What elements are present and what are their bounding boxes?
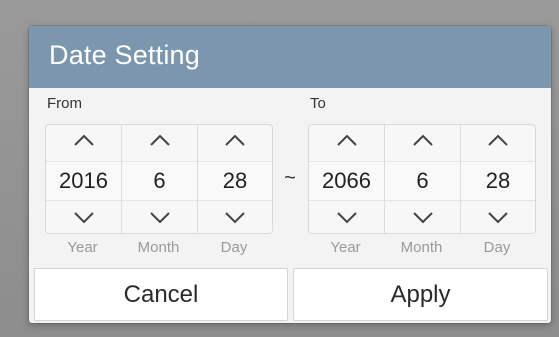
to-year-down-button[interactable] — [309, 203, 384, 233]
to-day-down-button[interactable] — [461, 203, 535, 233]
from-day-label: Day — [220, 239, 248, 256]
to-year-value[interactable]: 2066 — [309, 161, 384, 201]
from-month-up-button[interactable] — [122, 125, 197, 155]
from-day-value[interactable]: 28 — [198, 161, 272, 201]
from-year-down-button[interactable] — [46, 203, 121, 233]
from-day-column: 28 — [198, 125, 272, 233]
date-setting-dialog: Date Setting From 2016 6 28 Year Month D… — [29, 26, 551, 323]
chevron-up-icon — [73, 134, 94, 146]
to-month-up-button[interactable] — [385, 125, 460, 155]
from-month-down-button[interactable] — [122, 203, 197, 233]
from-month-value[interactable]: 6 — [122, 161, 197, 201]
range-separator: ~ — [284, 167, 296, 189]
chevron-up-icon — [336, 134, 357, 146]
dialog-header: Date Setting — [29, 26, 551, 88]
chevron-down-icon — [149, 212, 170, 224]
chevron-up-icon — [149, 134, 170, 146]
chevron-up-icon — [412, 134, 433, 146]
from-label: From — [47, 95, 82, 112]
to-day-value[interactable]: 28 — [461, 161, 535, 201]
dialog-title: Date Setting — [49, 40, 200, 70]
to-year-label: Year — [330, 239, 361, 256]
from-year-value[interactable]: 2016 — [46, 161, 121, 201]
to-label: To — [310, 95, 326, 112]
chevron-down-icon — [488, 212, 508, 224]
from-year-column: 2016 — [46, 125, 122, 233]
to-day-column: 28 — [461, 125, 535, 233]
chevron-up-icon — [488, 134, 508, 146]
from-year-up-button[interactable] — [46, 125, 121, 155]
to-month-label: Month — [400, 239, 443, 256]
to-year-column: 2066 — [309, 125, 385, 233]
to-month-value[interactable]: 6 — [385, 161, 460, 201]
from-month-label: Month — [137, 239, 180, 256]
from-year-label: Year — [67, 239, 98, 256]
apply-button[interactable]: Apply — [293, 268, 548, 321]
to-day-label: Day — [483, 239, 511, 256]
to-day-up-button[interactable] — [461, 125, 535, 155]
to-year-up-button[interactable] — [309, 125, 384, 155]
from-day-up-button[interactable] — [198, 125, 272, 155]
to-month-column: 6 — [385, 125, 461, 233]
to-month-down-button[interactable] — [385, 203, 460, 233]
cancel-button[interactable]: Cancel — [34, 268, 288, 321]
from-day-down-button[interactable] — [198, 203, 272, 233]
chevron-down-icon — [336, 212, 357, 224]
from-month-column: 6 — [122, 125, 198, 233]
chevron-down-icon — [73, 212, 94, 224]
chevron-down-icon — [225, 212, 245, 224]
to-date-picker: 2066 6 28 — [308, 124, 536, 234]
chevron-down-icon — [412, 212, 433, 224]
chevron-up-icon — [225, 134, 245, 146]
from-date-picker: 2016 6 28 — [45, 124, 273, 234]
